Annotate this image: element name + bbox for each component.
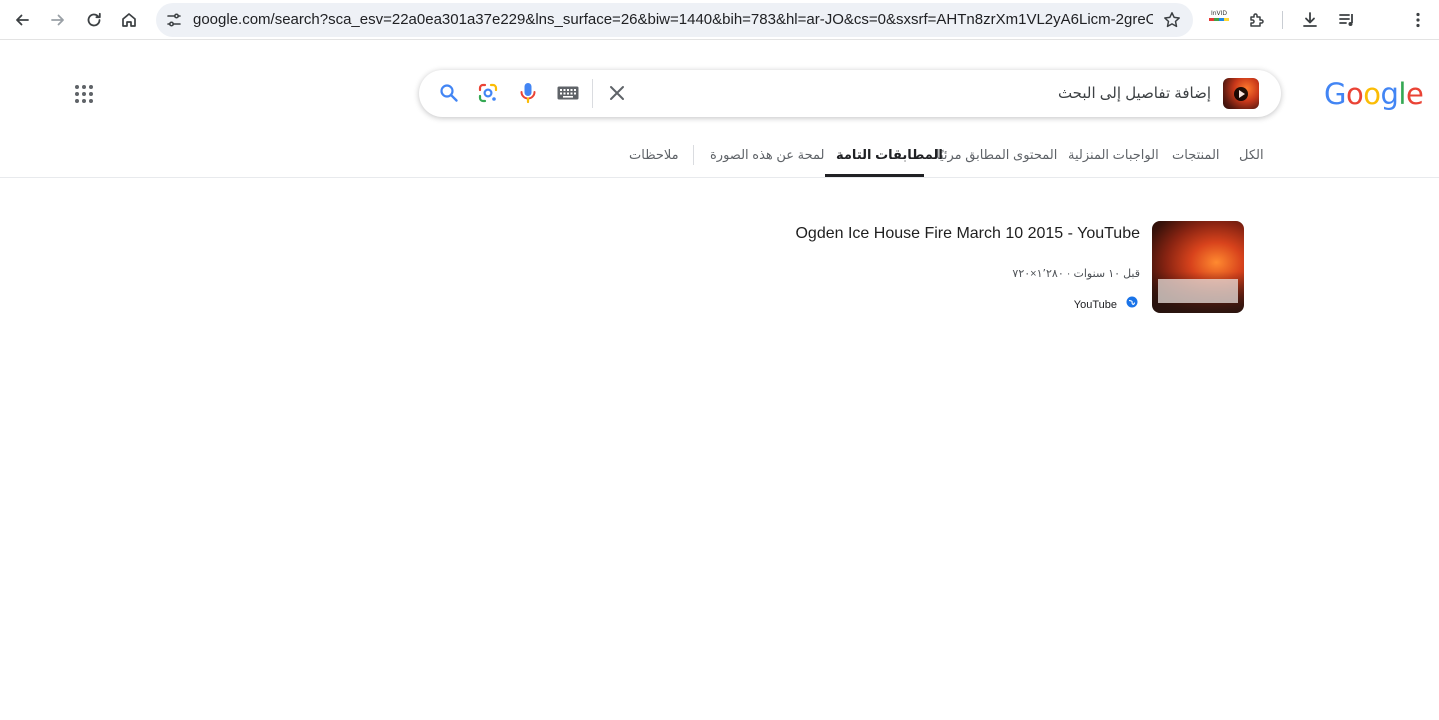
- logo-letter: l: [1398, 77, 1406, 111]
- search-icon[interactable]: [437, 81, 461, 105]
- google-logo-letters: Google: [1324, 77, 1424, 111]
- tab-homework[interactable]: الواجبات المنزلية: [1068, 132, 1159, 178]
- tab-products[interactable]: المنتجات: [1172, 132, 1220, 178]
- play-icon: [1234, 87, 1248, 101]
- url-text[interactable]: google.com/search?sca_esv=22a0ea301a37e2…: [193, 3, 1153, 37]
- invid-label: InVID: [1210, 10, 1228, 17]
- media-controls-icon[interactable]: [1331, 4, 1363, 36]
- result-title[interactable]: Ogden Ice House Fire March 10 2015 - You…: [795, 224, 1140, 244]
- result-meta: قبل ١٠ سنوات · ١٬٢٨٠×٧٢٠: [1012, 268, 1140, 280]
- tab-exact-matches[interactable]: المطابقات التامة: [836, 132, 943, 178]
- invid-extension-icon[interactable]: InVID: [1209, 10, 1229, 30]
- browser-menu-icon[interactable]: [1402, 4, 1434, 36]
- clear-close-icon[interactable]: [605, 81, 629, 105]
- active-tab-indicator: [825, 174, 924, 177]
- query-image-thumbnail[interactable]: [1223, 78, 1259, 109]
- logo-letter: g: [1380, 77, 1399, 111]
- home-icon[interactable]: [113, 4, 145, 36]
- logo-letter: o: [1345, 77, 1364, 111]
- tab-about-this-image[interactable]: لمحة عن هذه الصورة: [710, 132, 824, 178]
- reload-icon[interactable]: [78, 4, 110, 36]
- logo-letter: o: [1363, 77, 1381, 111]
- search-box-divider: [592, 79, 593, 108]
- keyboard-icon[interactable]: [556, 81, 580, 105]
- google-lens-icon[interactable]: [476, 81, 500, 105]
- microphone-icon[interactable]: [516, 81, 540, 105]
- extensions-puzzle-icon[interactable]: [1241, 4, 1273, 36]
- tab-divider: [693, 145, 694, 165]
- thumbnail-building: [1158, 279, 1238, 303]
- download-icon[interactable]: [1294, 4, 1326, 36]
- result-source[interactable]: YouTube: [1074, 297, 1117, 313]
- logo-letter: G: [1324, 77, 1346, 111]
- site-settings-icon[interactable]: [165, 11, 183, 29]
- tab-feedback[interactable]: ملاحظات: [629, 132, 679, 178]
- globe-icon: [1126, 296, 1138, 308]
- result-thumbnail[interactable]: [1152, 221, 1244, 313]
- forward-arrow-icon[interactable]: [42, 4, 74, 36]
- tab-all[interactable]: الكل: [1239, 132, 1264, 178]
- back-arrow-icon[interactable]: [6, 4, 38, 36]
- google-logo[interactable]: Google: [1324, 74, 1424, 114]
- bookmark-star-icon[interactable]: [1162, 10, 1182, 30]
- browser-toolbar: google.com/search?sca_esv=22a0ea301a37e2…: [0, 0, 1439, 40]
- logo-letter: e: [1405, 77, 1424, 111]
- search-input[interactable]: إضافة تفاصيل إلى البحث: [1058, 70, 1211, 117]
- tab-visual-matches[interactable]: المحتوى المطابق مرئيًا: [936, 132, 1057, 178]
- google-apps-icon[interactable]: [68, 78, 100, 110]
- address-bar[interactable]: google.com/search?sca_esv=22a0ea301a37e2…: [156, 3, 1193, 37]
- toolbar-divider: [1282, 11, 1283, 29]
- search-tabs: الكل المنتجات الواجبات المنزلية المحتوى …: [0, 132, 1439, 178]
- search-box[interactable]: إضافة تفاصيل إلى البحث: [419, 70, 1281, 117]
- invid-stripe: [1209, 18, 1229, 21]
